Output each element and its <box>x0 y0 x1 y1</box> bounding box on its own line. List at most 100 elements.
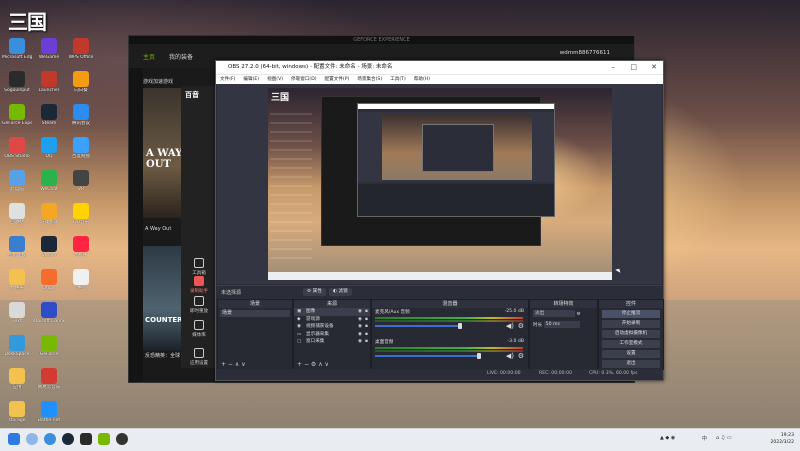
lock-icon[interactable]: ▪ <box>365 331 368 339</box>
overlay-item[interactable]: 媒体库 <box>181 320 217 338</box>
source-item[interactable]: ▢ 窗口采集 ◉ ▪ <box>294 338 370 346</box>
maximize-icon[interactable]: □ <box>630 61 637 74</box>
slider-knob[interactable] <box>458 323 462 329</box>
lock-icon[interactable]: ▪ <box>365 308 368 316</box>
eye-icon[interactable]: ◉ <box>358 316 362 324</box>
desktop-icon[interactable]: GeForce <box>34 335 64 365</box>
tray-icons[interactable]: ▲ ◆ ◉ <box>660 435 675 441</box>
source-item[interactable]: ▭ 显示器采集 ◉ ▪ <box>294 331 370 339</box>
minimize-icon[interactable]: – <box>612 61 616 74</box>
start-icon[interactable] <box>8 433 20 445</box>
control-button[interactable]: 退出 <box>602 360 660 368</box>
source-item[interactable]: ◆ 游戏源 ◉ ▪ <box>294 316 370 324</box>
desktop-icon[interactable]: Battle.net <box>34 401 64 431</box>
clock[interactable]: 19:23 2022/3/22 <box>770 432 794 446</box>
obs-menu-item[interactable]: 视图(V) <box>267 75 283 84</box>
desktop-icon[interactable]: Ubisoft Connect <box>34 302 64 332</box>
desktop-icon[interactable]: Steam <box>34 104 64 134</box>
tray-language[interactable]: 中 <box>702 435 707 442</box>
desktop-icon[interactable]: 回收站 <box>2 203 32 233</box>
overlay-item[interactable]: 录制助手 <box>181 276 217 294</box>
desktop-icon[interactable]: WPS Office <box>66 38 96 68</box>
desktop-icon[interactable]: 百度网盘 <box>66 137 96 167</box>
obs-menu-item[interactable]: 场景集合(S) <box>357 75 382 84</box>
desktop-icon[interactable]: 便签 <box>66 269 96 299</box>
source-item[interactable]: ◉ 视频捕获设备 ◉ ▪ <box>294 323 370 331</box>
eye-icon[interactable]: ◉ <box>358 331 362 339</box>
gear-icon[interactable]: ⚙ <box>518 322 524 330</box>
speaker-icon[interactable]: ◀) <box>506 352 514 360</box>
desktop-icon[interactable]: QQ <box>34 137 64 167</box>
up-icon[interactable]: ∧ <box>318 361 322 368</box>
scene-item[interactable]: 场景 <box>220 310 290 317</box>
desktop-icon[interactable]: Steam <box>34 236 64 266</box>
eye-icon[interactable]: ◉ <box>358 323 362 331</box>
desktop-icon[interactable]: 向日葵 <box>66 71 96 101</box>
overlay-item[interactable]: 即时重放 <box>181 296 217 314</box>
obs-menu-item[interactable]: 文件(F) <box>220 75 235 84</box>
desktop-icon[interactable]: 网易云音乐 <box>34 368 64 398</box>
desktop-icon[interactable]: SogouInput <box>2 71 32 101</box>
volume-slider[interactable] <box>375 323 462 329</box>
obs-window[interactable]: OBS 27.2.0 (64-bit, windows) - 配置文件: 未命名… <box>215 60 664 381</box>
desktop-icon[interactable]: OBS Studio <box>2 137 32 167</box>
obs-icon[interactable] <box>116 433 128 445</box>
desktop-icon[interactable]: 应用 <box>2 368 32 398</box>
desktop-icon[interactable]: 此电脑 <box>2 170 32 200</box>
duration-input[interactable]: 50 ms <box>543 321 580 328</box>
properties-button[interactable]: ⚙ 属性 <box>303 288 326 296</box>
lock-icon[interactable]: ▪ <box>365 316 368 324</box>
control-button[interactable]: 启动虚拟摄像机 <box>602 330 660 338</box>
control-button[interactable]: 设置 <box>602 350 660 358</box>
desktop-icon[interactable]: Launcher <box>34 71 64 101</box>
desktop-icon[interactable]: Microsoft Edge <box>2 38 32 68</box>
gear-icon[interactable]: ⚙ <box>518 352 524 360</box>
remove-icon[interactable]: − <box>228 361 233 368</box>
desktop-icon[interactable]: QQ音乐 <box>66 203 96 233</box>
add-icon[interactable]: + <box>297 361 302 368</box>
eye-icon[interactable]: ◉ <box>358 308 362 316</box>
control-button[interactable]: 开始录制 <box>602 320 660 328</box>
geforce-icon[interactable] <box>98 433 110 445</box>
volume-slider[interactable] <box>375 353 481 359</box>
overlay-item[interactable]: 工具箱 <box>181 258 217 276</box>
desktop-icon[interactable]: WeGame <box>34 38 64 68</box>
steam-icon[interactable] <box>62 433 74 445</box>
obs-preview-frame[interactable]: 三国 <box>268 88 612 280</box>
eye-icon[interactable]: ◉ <box>358 338 362 346</box>
desktop-icon[interactable]: 游戏加速 <box>34 203 64 233</box>
lock-icon[interactable]: ▪ <box>365 338 368 346</box>
desktop-icon[interactable]: GeForce Experience <box>2 104 32 134</box>
overlay-item[interactable]: 应用设置 <box>181 348 217 366</box>
obs-menu-item[interactable]: 编辑(E) <box>243 75 259 84</box>
desktop-icon[interactable]: 控制面板 <box>2 236 32 266</box>
remove-icon[interactable]: − <box>304 361 309 368</box>
gfe-tab-home[interactable]: 主页 <box>143 52 155 61</box>
desktop-icon[interactable]: storage <box>2 401 32 431</box>
gfe-user-name[interactable]: wdmm886776611 <box>560 50 610 56</box>
gear-icon[interactable]: ⚙ <box>576 312 580 317</box>
transition-select[interactable]: 淡出 ⚙ <box>533 310 594 319</box>
search-icon[interactable] <box>26 433 38 445</box>
down-icon[interactable]: ∨ <box>241 361 245 368</box>
source-item[interactable]: ▣ 图像 ◉ ▪ <box>294 308 370 316</box>
desktop-icon[interactable]: DeskSpace <box>2 335 32 365</box>
desktop-icon[interactable]: 小红书 <box>66 236 96 266</box>
obs-preview-area[interactable]: 三国 <box>217 84 662 284</box>
desktop-icon[interactable]: VR <box>66 170 96 200</box>
slider-knob[interactable] <box>477 353 481 359</box>
desktop-icon[interactable]: Origin <box>34 269 64 299</box>
tray-status-icons[interactable]: ⌂ ♫ ▭ <box>716 435 732 441</box>
obs-menu-item[interactable]: 工具(T) <box>390 75 406 84</box>
desktop-icon[interactable]: 文件夹 <box>2 269 32 299</box>
close-icon[interactable]: ✕ <box>651 61 657 74</box>
obs-menu-item[interactable]: 配置文件(P) <box>325 75 350 84</box>
speaker-icon[interactable]: ◀) <box>506 322 514 330</box>
filters-button[interactable]: ◐ 滤镜 <box>329 288 352 296</box>
gfe-tab-second[interactable]: 我的装备 <box>169 52 193 61</box>
game-label[interactable]: A Way Out <box>145 226 171 232</box>
lock-icon[interactable]: ▪ <box>365 323 368 331</box>
game-label[interactable]: 反恐精英：全球 <box>145 352 180 359</box>
transition-type[interactable]: 淡出 <box>533 310 575 317</box>
obs-menu-item[interactable]: 停靠窗口(D) <box>291 75 317 84</box>
